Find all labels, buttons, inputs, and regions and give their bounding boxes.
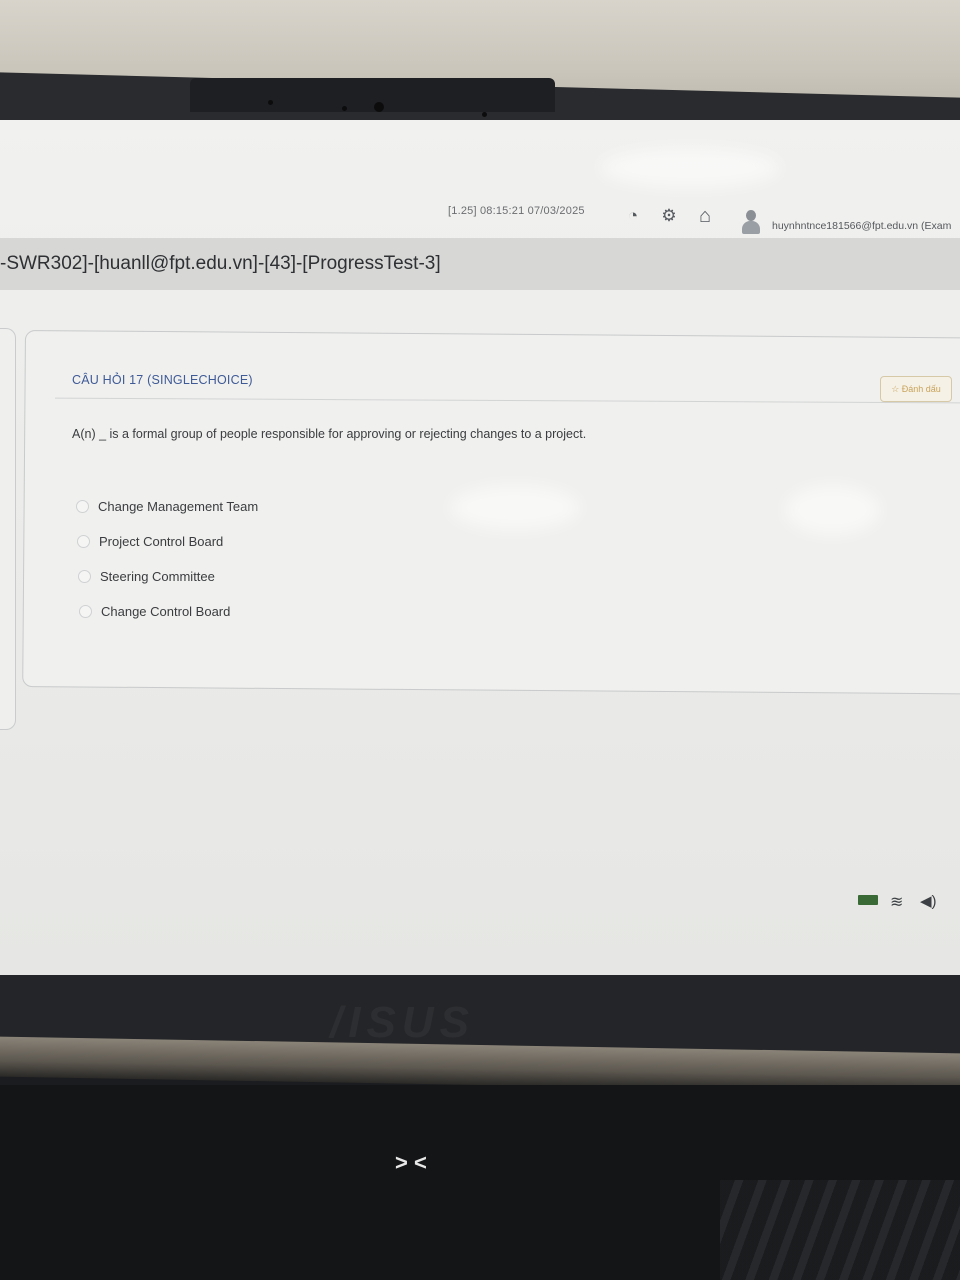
option-label: Change Management Team <box>98 499 259 514</box>
option-label: Steering Committee <box>100 569 215 584</box>
dashboard-icon[interactable]: ◔ <box>624 206 642 225</box>
question-nav-panel[interactable] <box>0 328 16 730</box>
answer-option[interactable]: Steering Committee <box>78 569 215 584</box>
radio-button[interactable] <box>79 605 92 618</box>
radio-button[interactable] <box>76 500 89 513</box>
answer-option[interactable]: Change Management Team <box>76 499 258 514</box>
screen-glare <box>600 148 780 188</box>
avatar-body <box>742 221 760 234</box>
webcam-housing <box>190 78 555 117</box>
option-label: Change Control Board <box>101 604 231 619</box>
user-avatar[interactable] <box>740 210 762 236</box>
screen-glare <box>450 485 580 530</box>
wifi-icon[interactable]: ≋ <box>890 892 903 912</box>
cooling-vents <box>720 1180 960 1280</box>
sensor-dot <box>342 106 347 111</box>
bookmark-button[interactable]: ☆ Đánh dấu <box>880 376 952 402</box>
radio-button[interactable] <box>77 535 90 548</box>
answer-option[interactable]: Change Control Board <box>79 604 230 619</box>
volume-icon[interactable]: ◀) <box>920 892 937 910</box>
power-light-icon: > < <box>395 1150 427 1175</box>
webcam-icon <box>374 102 384 112</box>
battery-icon[interactable] <box>858 895 878 905</box>
answer-option[interactable]: Project Control Board <box>77 534 223 549</box>
sensor-dot <box>268 100 273 105</box>
question-title: CÂU HỎI 17 (SINGLECHOICE) <box>72 373 253 387</box>
option-label: Project Control Board <box>99 534 224 549</box>
user-email[interactable]: huynhntnce181566@fpt.edu.vn (Exam <box>772 220 951 232</box>
laptop-screen: [1.25] 08:15:21 07/03/2025 ◔ ⚙ ⌂ huynhnt… <box>0 120 960 975</box>
exam-timer: [1.25] 08:15:21 07/03/2025 <box>448 205 585 217</box>
home-icon[interactable]: ⌂ <box>696 205 714 227</box>
exam-title: -SWR302]-[huanll@fpt.edu.vn]-[43]-[Progr… <box>0 253 441 274</box>
question-text: A(n) _ is a formal group of people respo… <box>72 427 587 441</box>
screen-glare <box>785 485 880 535</box>
sensor-dot <box>482 112 487 117</box>
radio-button[interactable] <box>78 570 91 583</box>
avatar-head <box>746 210 756 221</box>
settings-icon[interactable]: ⚙ <box>660 206 678 225</box>
brand-logo: /ISUS <box>330 998 475 1047</box>
